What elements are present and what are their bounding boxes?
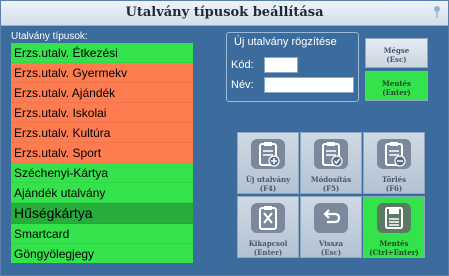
window-title: Utalvány típusok beállítása (125, 5, 324, 20)
name-input[interactable] (264, 77, 354, 93)
floppy-disk-icon (377, 203, 411, 233)
voucher-list-item[interactable]: Erzs.utalv. Ajándék (11, 83, 193, 103)
disable-shortcut: (Enter) (253, 248, 283, 257)
voucher-list-item[interactable]: Erzs.utalv. Kultúra (11, 123, 193, 143)
delete-label: Törlés (381, 175, 407, 184)
back-shortcut: (Esc) (320, 248, 342, 257)
voucher-list-item[interactable]: Erzs.utalv. Iskolai (11, 103, 193, 123)
clipboard-x-icon (251, 203, 285, 233)
save-top-button[interactable]: Mentés (Enter) (365, 71, 428, 101)
clipboard-edit-icon (314, 139, 348, 169)
voucher-list-item[interactable]: Göngyölegjegy (11, 244, 193, 263)
new-voucher-panel: Új utalvány rögzítése Kód: Név: (226, 32, 359, 102)
save-label: Mentés (379, 239, 409, 248)
back-label: Vissza (318, 239, 344, 248)
code-label: Kód: (231, 59, 254, 71)
cancel-button[interactable]: Mégse (Esc) (365, 38, 428, 68)
disable-button[interactable]: Kikapcsol (Enter) (237, 196, 299, 258)
voucher-list-item[interactable]: Erzs.utalv. Étkezési (11, 43, 193, 63)
new-voucher-title: Új utalvány rögzítése (234, 36, 337, 48)
edit-button[interactable]: Módosítás (F5) (300, 132, 362, 194)
voucher-list-item[interactable]: Smartcard (11, 224, 193, 244)
save-button[interactable]: Mentés (Ctrl+Enter) (363, 196, 425, 258)
voucher-list-item[interactable]: Ajándék utalvány (11, 183, 193, 203)
new-voucher-shortcut: (F4) (259, 184, 277, 193)
voucher-list-label: Utalvány típusok: (11, 31, 88, 42)
disable-label: Kikapcsol (248, 239, 288, 248)
save-top-label: Mentés (382, 79, 411, 88)
back-button[interactable]: Vissza (Esc) (300, 196, 362, 258)
name-label: Név: (231, 79, 254, 91)
delete-button[interactable]: Törlés (F6) (363, 132, 425, 194)
voucher-list-item[interactable]: Erzs.utalv. Gyermekv (11, 63, 193, 83)
new-voucher-label: Új utalvány (245, 175, 291, 184)
cancel-shortcut: (Esc) (386, 55, 407, 64)
voucher-list-item[interactable]: Erzs.utalv. Sport (11, 143, 193, 163)
title-bar: Utalvány típusok beállítása (1, 1, 448, 26)
clipboard-add-icon (251, 139, 285, 169)
delete-shortcut: (F6) (385, 184, 403, 193)
voucher-list-item[interactable]: Hűségkártya (11, 203, 193, 224)
save-shortcut: (Ctrl+Enter) (369, 248, 419, 257)
clipboard-delete-icon (377, 139, 411, 169)
back-arrow-icon (314, 203, 348, 233)
voucher-type-list[interactable]: Erzs.utalv. Étkezési Erzs.utalv. Gyermekv… (11, 43, 193, 263)
code-input[interactable] (264, 57, 298, 73)
dialog-window: Utalvány típusok beállítása Utalvány típ… (0, 0, 449, 276)
voucher-list-item[interactable]: Széchenyi-Kártya (11, 163, 193, 183)
new-voucher-button[interactable]: Új utalvány (F4) (237, 132, 299, 194)
cancel-label: Mégse (383, 46, 410, 55)
edit-label: Módosítás (310, 175, 352, 184)
save-top-shortcut: (Enter) (382, 88, 411, 97)
pin-icon[interactable] (432, 5, 442, 19)
edit-shortcut: (F5) (322, 184, 340, 193)
